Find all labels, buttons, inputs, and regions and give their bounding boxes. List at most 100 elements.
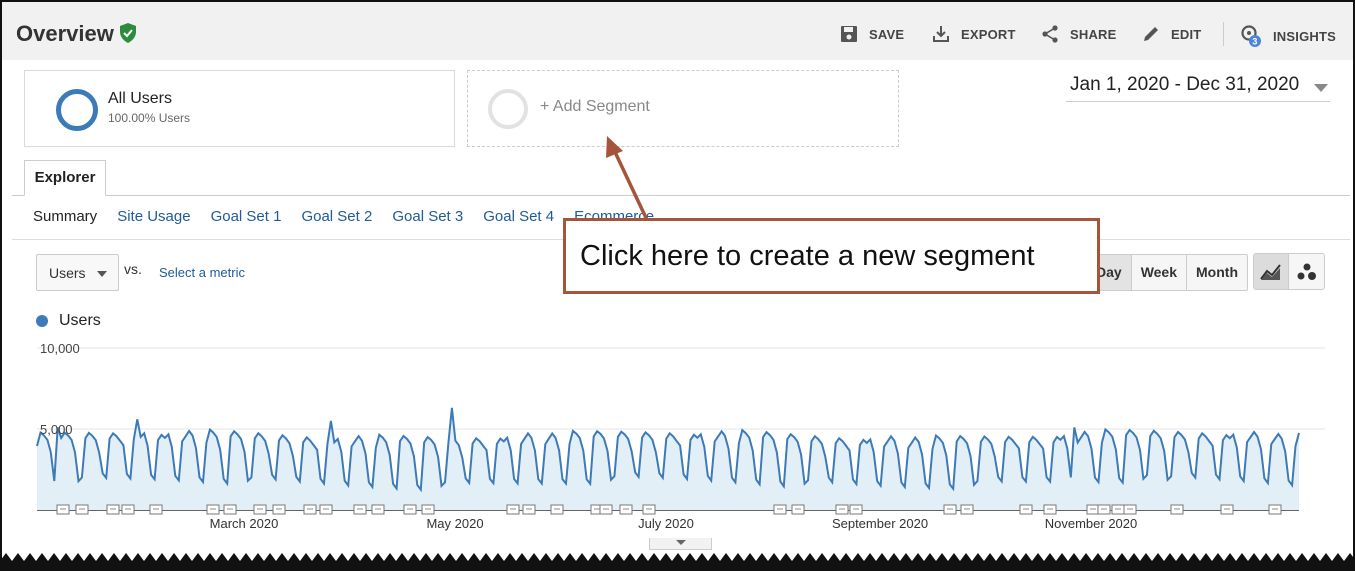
annotation-marker-icon[interactable] xyxy=(421,504,435,515)
export-icon xyxy=(933,26,949,42)
annotation-marker-icon[interactable] xyxy=(522,504,536,515)
line-chart-icon xyxy=(1260,263,1281,280)
annotation-marker-icon[interactable] xyxy=(1097,504,1111,515)
header-divider xyxy=(1223,22,1224,46)
annotation-marker-icon[interactable] xyxy=(849,504,863,515)
annotation-marker-icon[interactable] xyxy=(75,504,89,515)
metric-dropdown[interactable]: Users xyxy=(36,254,119,291)
select-metric-link[interactable]: Select a metric xyxy=(159,265,245,280)
annotation-marker-icon[interactable] xyxy=(642,504,656,515)
period-toggle: Day Week Month xyxy=(1086,254,1248,291)
annotation-marker-icon[interactable] xyxy=(835,504,849,515)
verified-shield-icon xyxy=(120,23,136,43)
share-button[interactable]: SHARE xyxy=(1040,24,1117,44)
x-tick-label: May 2020 xyxy=(426,516,483,531)
x-tick-label: September 2020 xyxy=(832,516,928,531)
annotation-marker-icon[interactable] xyxy=(791,504,805,515)
insights-button[interactable]: 3 INSIGHTS xyxy=(1239,24,1336,48)
annotation-marker-icon[interactable] xyxy=(303,504,317,515)
annotation-marker-icon[interactable] xyxy=(1086,504,1100,515)
chart-view-toggle xyxy=(1253,253,1325,290)
subtab-goal-set-2[interactable]: Goal Set 2 xyxy=(301,208,372,225)
segment-percent: 100.00% Users xyxy=(108,111,191,125)
annotation-marker-icon[interactable] xyxy=(773,504,787,515)
annotation-marker-icon[interactable] xyxy=(619,504,633,515)
annotation-marker-icon[interactable] xyxy=(253,504,267,515)
insights-badge: 3 xyxy=(1252,37,1257,47)
report-header: Overview SAVE EXPORT SHARE EDIT 3 INSIGH… xyxy=(2,2,1353,60)
date-range-picker[interactable]: Jan 1, 2020 - Dec 31, 2020 xyxy=(1066,74,1330,102)
line-chart-view-button[interactable] xyxy=(1254,254,1289,289)
annotation-marker-icon[interactable] xyxy=(319,504,333,515)
save-label: SAVE xyxy=(869,26,905,42)
vs-label: vs. xyxy=(124,261,142,277)
tab-divider xyxy=(12,195,1350,196)
annotation-marker-icon[interactable] xyxy=(149,504,163,515)
subtab-summary[interactable]: Summary xyxy=(33,208,97,225)
insights-label: INSIGHTS xyxy=(1273,28,1336,44)
empty-segment-ring-icon xyxy=(488,89,528,129)
annotation-marker-icon[interactable] xyxy=(1220,504,1234,515)
subtab-goal-set-3[interactable]: Goal Set 3 xyxy=(392,208,463,225)
chevron-down-icon xyxy=(676,540,686,545)
annotation-marker-icon[interactable] xyxy=(1111,504,1125,515)
series-legend-label: Users xyxy=(59,312,101,329)
callout-box: Click here to create a new segment xyxy=(563,218,1100,294)
callout-text: Click here to create a new segment xyxy=(580,240,1035,272)
annotation-marker-icon[interactable] xyxy=(599,504,613,515)
annotation-marker-icon[interactable] xyxy=(1043,504,1057,515)
save-icon xyxy=(841,26,857,42)
x-tick-label: March 2020 xyxy=(210,516,279,531)
share-label: SHARE xyxy=(1070,26,1117,42)
annotation-marker-icon[interactable] xyxy=(106,504,120,515)
bubble-chart-icon xyxy=(1297,263,1316,280)
annotation-marker-icon[interactable] xyxy=(272,504,286,515)
annotation-marker-icon[interactable] xyxy=(550,504,564,515)
annotation-marker-icon[interactable] xyxy=(1170,504,1184,515)
metric-dropdown-value: Users xyxy=(49,265,86,281)
motion-chart-view-button[interactable] xyxy=(1289,254,1324,289)
export-button[interactable]: EXPORT xyxy=(931,24,1016,44)
users-area-chart[interactable]: 10,000 5,000 March 2020 May 2020 July 2020 S… xyxy=(0,330,1355,540)
insights-icon: 3 xyxy=(1241,25,1261,47)
segment-ring-icon xyxy=(56,89,98,131)
annotation-marker-icon[interactable] xyxy=(960,504,974,515)
torn-edge-decoration xyxy=(0,553,1355,571)
add-segment-label: + Add Segment xyxy=(540,98,650,115)
annotation-marker-icon[interactable] xyxy=(121,504,135,515)
segment-all-users[interactable]: All Users 100.00% Users xyxy=(24,70,455,147)
annotation-marker-icon[interactable] xyxy=(371,504,385,515)
y-tick-label: 5,000 xyxy=(40,422,73,437)
series-legend-dot xyxy=(36,315,48,327)
users-area-fill xyxy=(37,407,1299,510)
annotation-marker-icon[interactable] xyxy=(56,504,70,515)
annotation-marker-icon[interactable] xyxy=(353,504,367,515)
add-segment-button[interactable]: + Add Segment xyxy=(467,70,899,147)
annotation-marker-icon[interactable] xyxy=(1019,504,1033,515)
y-tick-label: 10,000 xyxy=(40,341,80,356)
period-month-button[interactable]: Month xyxy=(1186,255,1247,290)
annotation-marker-icon[interactable] xyxy=(506,504,520,515)
chevron-down-icon xyxy=(1314,84,1328,92)
period-week-button[interactable]: Week xyxy=(1130,255,1186,290)
annotation-marker-icon[interactable] xyxy=(1268,504,1282,515)
annotation-marker-icon[interactable] xyxy=(943,504,957,515)
subtab-goal-set-1[interactable]: Goal Set 1 xyxy=(211,208,282,225)
subtab-goal-set-4[interactable]: Goal Set 4 xyxy=(483,208,554,225)
segment-name: All Users xyxy=(108,90,173,107)
annotation-marker-icon[interactable] xyxy=(223,504,237,515)
save-button[interactable]: SAVE xyxy=(839,24,904,44)
annotation-marker-icon[interactable] xyxy=(1123,504,1137,515)
export-label: EXPORT xyxy=(961,26,1016,42)
date-range-text: Jan 1, 2020 - Dec 31, 2020 xyxy=(1070,74,1300,95)
x-tick-label: November 2020 xyxy=(1045,516,1138,531)
edit-button[interactable]: EDIT xyxy=(1141,24,1201,44)
annotation-marker-icon[interactable] xyxy=(403,504,417,515)
subtab-site-usage[interactable]: Site Usage xyxy=(117,208,190,225)
edit-icon xyxy=(1144,27,1158,41)
page-title: Overview xyxy=(16,21,114,46)
chevron-down-icon xyxy=(97,271,107,277)
tab-explorer[interactable]: Explorer xyxy=(24,160,106,196)
x-tick-label: July 2020 xyxy=(638,516,694,531)
annotation-marker-icon[interactable] xyxy=(206,504,220,515)
